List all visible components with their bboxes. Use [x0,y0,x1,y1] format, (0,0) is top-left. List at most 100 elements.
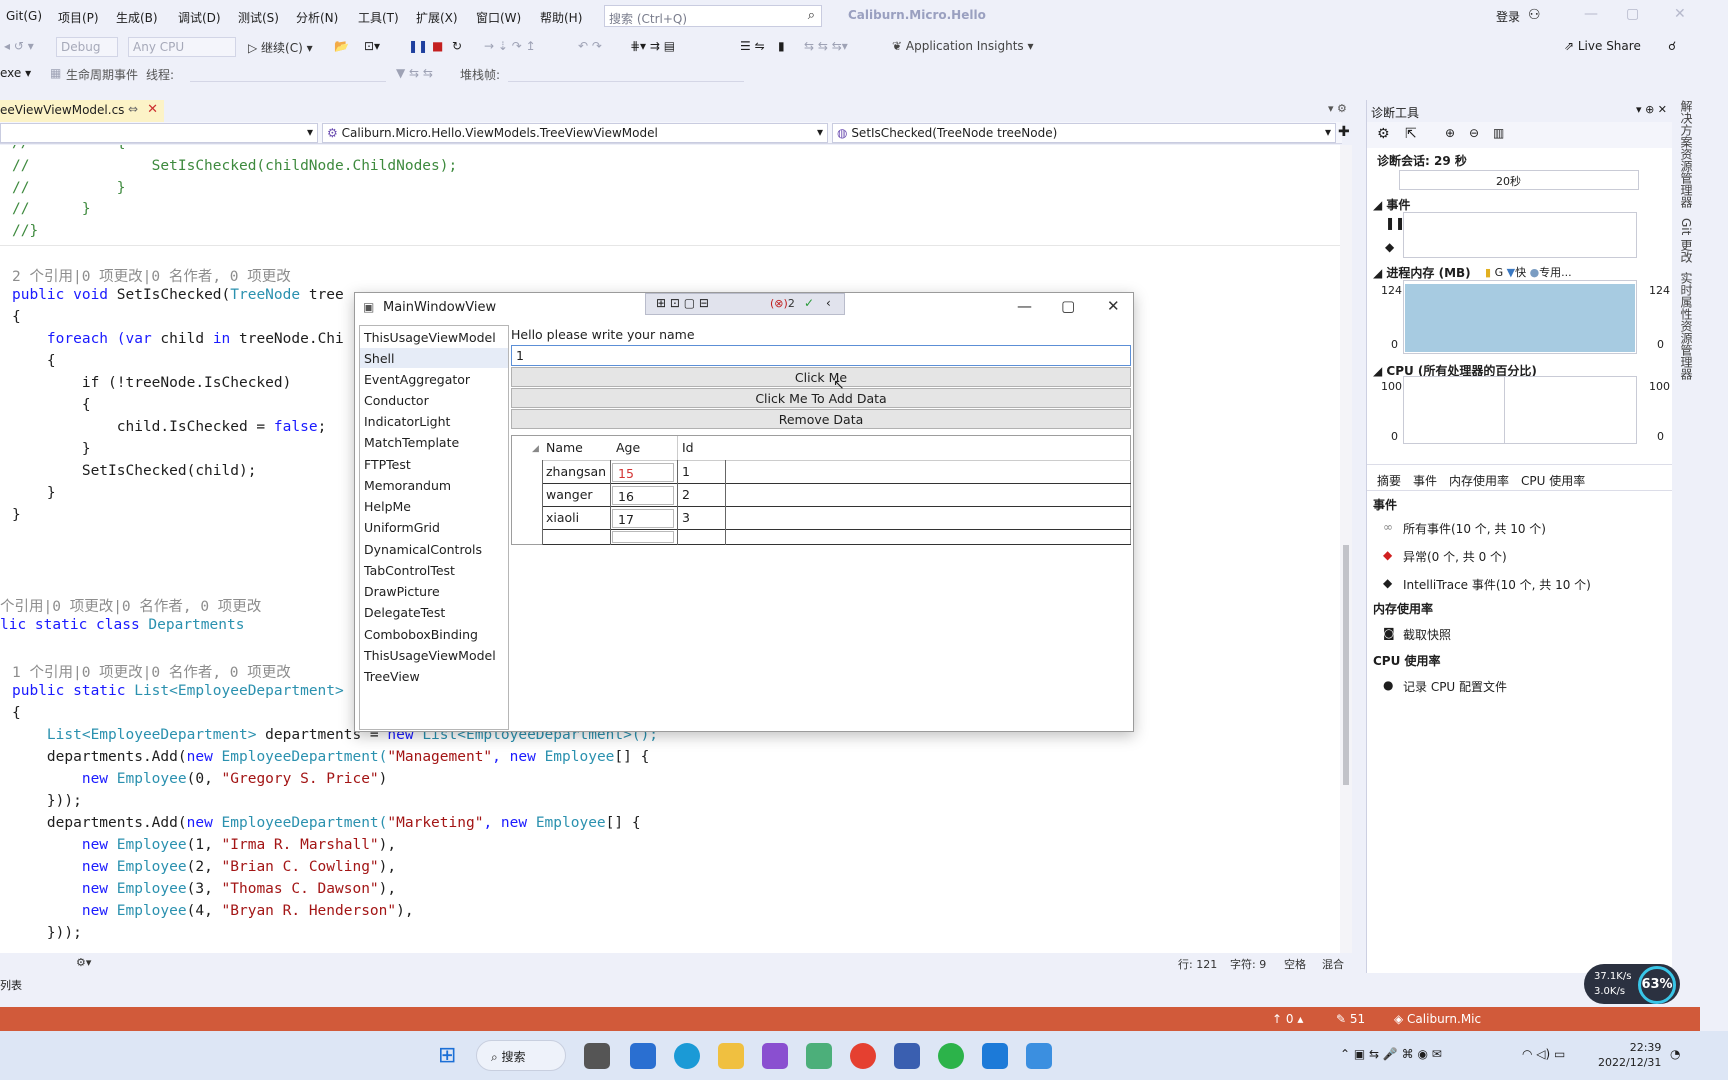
menu-test[interactable]: 测试(S) [238,9,279,26]
column-header-name[interactable]: Name [546,440,583,455]
panel-controls-icon[interactable]: ▾ ⊕ ✕ [1636,103,1667,116]
platform-combo[interactable]: Any CPU [128,37,236,57]
tab-cpu[interactable]: CPU 使用率 [1521,472,1585,489]
clock[interactable]: 22:39 2022/12/31 [1598,1040,1661,1070]
cell-name[interactable]: zhangsan [546,464,606,479]
click-me-button[interactable]: Click Me [511,367,1131,387]
list-item[interactable]: EventAggregator [364,372,470,387]
zoom-in-icon[interactable]: ⊕ [1445,126,1455,140]
age-textbox[interactable]: 17 [612,509,674,528]
explorer-icon[interactable] [718,1043,744,1069]
cell-id[interactable]: 1 [682,464,690,479]
app-minimize-icon[interactable]: — [1017,297,1032,315]
menu-project[interactable]: 项目(P) [58,9,99,26]
whitespace-mode[interactable]: 空格 [1284,956,1306,972]
list-item[interactable]: DrawPicture [364,584,440,599]
task-view-icon[interactable] [584,1043,610,1069]
maximize-icon[interactable]: ▢ [1626,6,1639,22]
process-combo[interactable]: exe ▾ [0,66,31,80]
member-combo[interactable]: ◍ SetIsChecked(TreeNode treeNode) ▾ [832,123,1336,143]
menu-help[interactable]: 帮助(H) [540,9,582,26]
xaml-tool-icons[interactable]: ⊞ ⊡ ▢ ⊟ [656,296,709,310]
tab-overflow-icon[interactable]: ▾ ⚙ [1328,102,1347,115]
remove-data-button[interactable]: Remove Data [511,409,1131,429]
screenshot-icon[interactable]: ⊡▾ [364,39,380,53]
stop-icon[interactable]: ■ [432,39,443,53]
menu-extensions[interactable]: 扩展(X) [416,9,458,26]
age-textbox[interactable]: 16 [612,486,674,505]
notification-icon[interactable]: ◔ [1670,1047,1680,1061]
app-maximize-icon[interactable]: ▢ [1061,297,1075,315]
photos-icon[interactable] [982,1043,1008,1069]
filter-icons[interactable]: ▼ ⇆ ⇆ [396,66,433,80]
close-icon[interactable]: ✕ [1674,6,1686,22]
app-title-bar[interactable]: ▣ MainWindowView ⊞ ⊡ ▢ ⊟ (⊗)2 ✓ ‹ — ▢ ✕ [355,293,1133,323]
cell-name[interactable]: wanger [546,487,593,502]
history-icons[interactable]: ↶ ↷ [578,39,602,53]
bookmark-icon[interactable]: ▮ [778,39,785,53]
live-property-explorer-tab[interactable]: 实时属性资源管理器 [1678,272,1695,380]
solution-explorer-tab[interactable]: 解决方案资源管理器 [1678,100,1695,208]
memory-chart[interactable] [1403,280,1637,354]
edge-icon[interactable] [674,1043,700,1069]
column-header-id[interactable]: Id [682,440,694,455]
age-textbox[interactable]: 15 [612,463,674,482]
tab-events[interactable]: 事件 [1413,472,1437,489]
visual-studio-icon[interactable] [762,1043,788,1069]
account-icon[interactable]: ⚇ [1528,7,1541,23]
push-count[interactable]: ↑ 0 ▴ [1272,1012,1303,1026]
chart-icon[interactable]: ▥ [1493,126,1504,140]
editor-scrollbar[interactable] [1340,145,1352,953]
list-item[interactable]: ThisUsageViewModel [364,330,496,345]
running-app-icon[interactable] [1026,1043,1052,1069]
menu-build[interactable]: 生成(B) [116,9,158,26]
record-cpu-profile-link[interactable]: 记录 CPU 配置文件 [1403,678,1507,695]
continue-button[interactable]: ▷ 继续(C) ▾ [248,39,313,56]
list-item[interactable]: Shell [364,351,395,366]
app-insights-button[interactable]: ❦ Application Insights ▾ [892,39,1034,53]
list-item[interactable]: FTPTest [364,457,411,472]
menu-window[interactable]: 窗口(W) [476,9,521,26]
menu-tools[interactable]: 工具(T) [358,9,399,26]
error-list-tab[interactable]: 列表 [0,977,22,993]
name-input[interactable]: 1 [511,345,1131,366]
line-ending[interactable]: 混合 [1322,956,1344,972]
start-icon[interactable]: ⊞ [438,1043,456,1068]
app-close-icon[interactable]: ✕ [1107,297,1120,315]
pause-icon[interactable]: ❚❚ [408,39,428,53]
stackframe-combo[interactable] [508,66,744,82]
taskbar-search[interactable]: ⌕ 搜索 [476,1040,566,1071]
collapse-icon[interactable]: ‹ [826,296,831,310]
step-icons[interactable]: → ⇣ ↷ ↥ [484,39,536,53]
codelens[interactable]: 2 个引用|0 项更改|0 名作者, 0 项更改 [12,265,291,286]
repair-icon[interactable]: ⚙▾ [76,956,91,969]
chrome-icon[interactable] [850,1043,876,1069]
exceptions-link[interactable]: 异常(0 个, 共 0 个) [1403,548,1507,565]
events-timeline[interactable] [1403,212,1637,258]
add-data-button[interactable]: Click Me To Add Data [511,388,1131,408]
network-speed-widget[interactable]: 37.1K/s 3.0K/s 63% [1584,964,1680,1004]
check-icon[interactable]: ✓ [804,296,814,310]
undo-icon[interactable]: ◂ ↺ ▾ [4,39,34,53]
employee-data-grid[interactable]: ◢ Name Age Id zhangsan 15 1 wanger 16 2 … [511,435,1131,545]
login-link[interactable]: 登录 [1496,8,1520,25]
minimize-icon[interactable]: — [1584,6,1598,22]
list-item[interactable]: DelegateTest [364,605,445,620]
column-header-age[interactable]: Age [616,440,640,455]
timeline-ruler[interactable]: 20秒 [1399,170,1639,190]
tray-icons[interactable]: ⌃ ▣ ⇆ 🎤 ⌘ ◉ ✉ [1340,1047,1442,1061]
menu-debug[interactable]: 调试(D) [178,9,221,26]
tab-summary[interactable]: 摘要 [1377,472,1401,489]
codelens[interactable]: 1 个引用|0 项更改|0 名作者, 0 项更改 [12,661,291,682]
cell-name[interactable]: xiaoli [546,510,579,525]
search-input[interactable]: 搜索 (Ctrl+Q) ⌕ [604,5,822,27]
list-item[interactable]: Conductor [364,393,429,408]
thread-combo[interactable] [190,66,386,82]
list-item[interactable]: ComboboxBinding [364,627,478,642]
list-item[interactable]: Memorandum [364,478,451,493]
cpu-chart[interactable] [1403,376,1637,444]
export-icon[interactable]: ⇱ [1405,126,1417,142]
select-all-icon[interactable]: ◢ [532,444,539,454]
format-icons[interactable]: ☰ ⇋ [740,39,765,53]
pin-icon[interactable]: ⇔ [128,102,138,116]
